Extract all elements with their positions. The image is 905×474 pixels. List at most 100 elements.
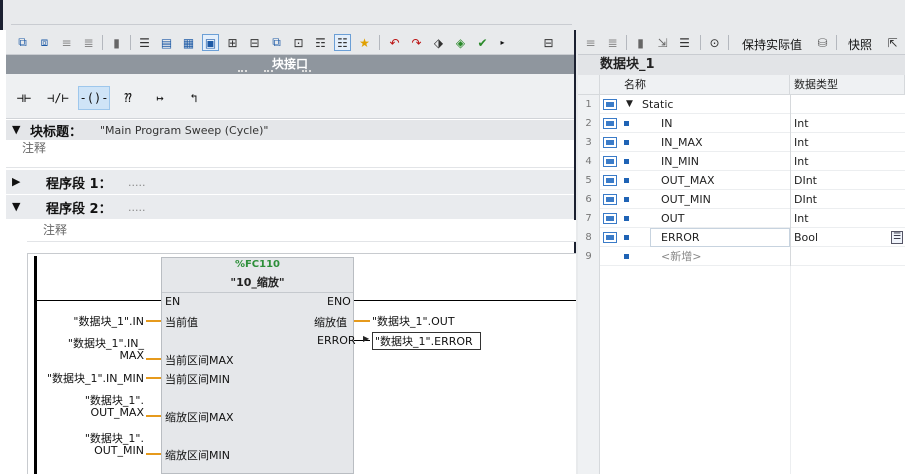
fc-number[interactable]: %FC110 bbox=[162, 259, 353, 270]
go-to-definition-icon[interactable]: ⬗ bbox=[430, 34, 447, 51]
type-picker-icon[interactable]: ☰ bbox=[891, 231, 903, 244]
add-new-row[interactable]: <新增> bbox=[661, 247, 701, 266]
row-type[interactable]: Bool bbox=[794, 228, 818, 247]
network-2-comment[interactable]: 注释 bbox=[27, 220, 576, 242]
add-row-icon[interactable]: ≣ bbox=[604, 34, 621, 51]
snapshot-button[interactable]: 快照 bbox=[848, 36, 872, 53]
pin-in-scale-max: 缩放区间MAX bbox=[165, 411, 234, 424]
row-name[interactable]: IN_MIN bbox=[661, 152, 699, 171]
operand-in-max-l2[interactable]: MAX bbox=[40, 349, 144, 362]
monitor-on-icon[interactable]: ◈ bbox=[452, 34, 469, 51]
chevron-down-icon[interactable]: ▼ bbox=[12, 200, 20, 213]
insert-favorites-icon[interactable]: ★ bbox=[356, 34, 373, 51]
network-2-header[interactable]: ▼ 程序段 2： ..... bbox=[6, 195, 574, 219]
network-1-title[interactable]: ..... bbox=[128, 176, 145, 189]
go-to-error-icon[interactable]: ↶ bbox=[386, 34, 403, 51]
operand-in[interactable]: "数据块_1".IN bbox=[40, 313, 144, 329]
expanded-mode-icon[interactable]: ☰ bbox=[676, 34, 693, 51]
row-name[interactable]: IN bbox=[661, 114, 672, 133]
favorites-icon[interactable]: ⊞ bbox=[224, 34, 241, 51]
absolute-operands-icon[interactable]: ☰ bbox=[136, 34, 153, 51]
row-name[interactable]: Static bbox=[642, 95, 673, 114]
wire-in-3 bbox=[146, 415, 161, 417]
insert-row-icon[interactable]: ≡ bbox=[58, 34, 75, 51]
row-name[interactable]: OUT bbox=[661, 209, 684, 228]
close-branch-button[interactable]: ↰ bbox=[180, 86, 208, 110]
row-name[interactable]: OUT_MAX bbox=[661, 171, 714, 190]
row-type[interactable]: Int bbox=[794, 114, 809, 133]
operand-in-min[interactable]: "数据块_1".IN_MIN bbox=[40, 370, 144, 386]
show-comments-icon[interactable]: ☷ bbox=[334, 34, 351, 51]
db-title: 数据块_1 bbox=[578, 55, 905, 75]
chevron-right-icon[interactable]: ▶ bbox=[12, 175, 20, 188]
copy-snapshot-icon[interactable]: ⇱ bbox=[884, 34, 901, 51]
pin-out-error: ERROR bbox=[317, 334, 356, 347]
network-overview-icon[interactable]: ▤ bbox=[158, 34, 175, 51]
fc-name[interactable]: "10_缩放" bbox=[162, 274, 353, 290]
operand-out-min-l2[interactable]: OUT_MIN bbox=[40, 444, 144, 457]
reset-start-values-icon[interactable]: ▮ bbox=[632, 34, 649, 51]
row-type[interactable]: Int bbox=[794, 152, 809, 171]
block-title-value[interactable]: "Main Program Sweep (Cycle)" bbox=[100, 124, 268, 137]
network-comments-icon[interactable]: ▣ bbox=[202, 34, 219, 51]
insert-network-icon[interactable]: ⧉ bbox=[14, 34, 31, 51]
operand-out[interactable]: "数据块_1".OUT bbox=[372, 313, 455, 329]
block-properties-icon[interactable]: ☶ bbox=[312, 34, 329, 51]
open-all-networks-icon[interactable]: ▦ bbox=[180, 34, 197, 51]
monitor-blocks-icon[interactable]: ⧉ bbox=[268, 34, 285, 51]
coil-button[interactable]: -()- bbox=[78, 86, 110, 110]
operand-out-max-l2[interactable]: OUT_MAX bbox=[40, 406, 144, 419]
table-row[interactable]: 7 OUT Int bbox=[578, 209, 905, 228]
table-row[interactable]: 2 IN Int bbox=[578, 114, 905, 133]
table-row-new[interactable]: 9 <新增> bbox=[578, 247, 905, 266]
block-interface-bar[interactable]: 块接口 bbox=[6, 55, 574, 74]
keep-actual-values-button[interactable]: 保持实际值 bbox=[742, 36, 802, 53]
db-tag-icon bbox=[603, 194, 617, 205]
show-callstack-icon[interactable]: ⊡ bbox=[290, 34, 307, 51]
member-icon bbox=[624, 140, 629, 145]
table-row[interactable]: 1 ▼ Static bbox=[578, 95, 905, 114]
table-row[interactable]: 4 IN_MIN Int bbox=[578, 152, 905, 171]
col-type-header[interactable]: 数据类型 bbox=[790, 75, 905, 95]
display-favorites-icon[interactable]: ⊟ bbox=[246, 34, 263, 51]
block-title-row[interactable]: ▼ 块标题： "Main Program Sweep (Cycle)" bbox=[6, 120, 574, 140]
network-2-title[interactable]: ..... bbox=[128, 201, 145, 214]
insert-row-icon[interactable]: ≡ bbox=[582, 34, 599, 51]
table-row[interactable]: 5 OUT_MAX DInt bbox=[578, 171, 905, 190]
monitor-icon[interactable]: ⊙ bbox=[706, 34, 723, 51]
expand-icon[interactable]: ▼ bbox=[626, 95, 633, 114]
table-row-selected[interactable]: 8 ERROR Bool ☰ bbox=[578, 228, 905, 247]
row-name[interactable]: ERROR bbox=[661, 228, 700, 247]
no-contact-button[interactable]: ⊣⊢ bbox=[10, 86, 38, 110]
row-type[interactable]: DInt bbox=[794, 171, 817, 190]
chevron-down-icon[interactable]: ▼ bbox=[12, 123, 20, 136]
reset-start-values-icon[interactable]: ▮ bbox=[108, 34, 125, 51]
table-row[interactable]: 3 IN_MAX Int bbox=[578, 133, 905, 152]
table-row[interactable]: 6 OUT_MIN DInt bbox=[578, 190, 905, 209]
pin-en: EN bbox=[165, 295, 181, 308]
row-name[interactable]: OUT_MIN bbox=[661, 190, 711, 209]
col-name-header[interactable]: 名称 bbox=[600, 75, 790, 95]
toolbar-more-icon[interactable]: ▸ bbox=[494, 34, 511, 51]
row-type[interactable]: Int bbox=[794, 133, 809, 152]
row-type[interactable]: Int bbox=[794, 209, 809, 228]
delete-network-icon[interactable]: ⧈ bbox=[36, 34, 53, 51]
nc-contact-button[interactable]: ⊣/⊢ bbox=[44, 86, 72, 110]
db-tag-icon bbox=[603, 175, 617, 186]
rung-wire-eno bbox=[354, 300, 576, 301]
toolbar-panel-icon[interactable]: ⊟ bbox=[540, 34, 557, 51]
open-branch-button[interactable]: ↦ bbox=[146, 86, 174, 110]
download-icon[interactable]: ✔ bbox=[474, 34, 491, 51]
next-error-icon[interactable]: ↷ bbox=[408, 34, 425, 51]
network-1-header[interactable]: ▶ 程序段 1： ..... bbox=[6, 170, 574, 194]
empty-box-button[interactable]: ⁇ bbox=[114, 86, 142, 110]
update-interface-icon[interactable]: ⇲ bbox=[654, 34, 671, 51]
block-comment[interactable]: 注释 bbox=[6, 140, 574, 168]
member-icon bbox=[624, 197, 629, 202]
row-type[interactable]: DInt bbox=[794, 190, 817, 209]
snapshot-icon[interactable]: ⛁ bbox=[814, 34, 831, 51]
add-row-icon[interactable]: ≣ bbox=[80, 34, 97, 51]
db-tag-icon bbox=[603, 99, 617, 110]
row-name[interactable]: IN_MAX bbox=[661, 133, 703, 152]
operand-error[interactable]: "数据块_1".ERROR bbox=[372, 332, 481, 350]
